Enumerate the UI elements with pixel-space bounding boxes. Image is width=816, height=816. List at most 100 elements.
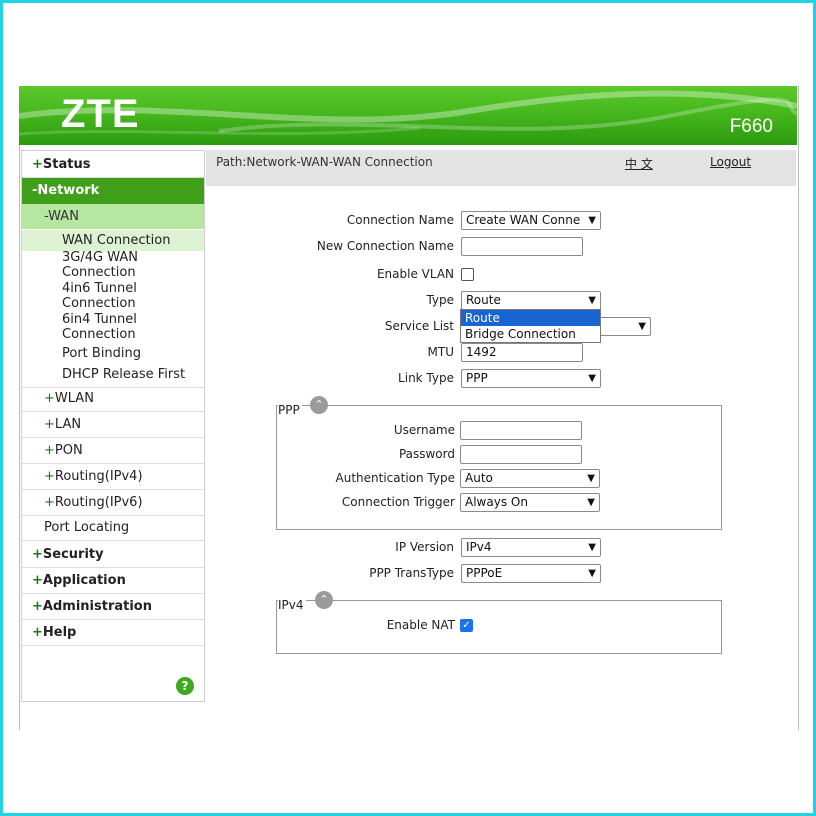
enable-nat-label: Enable NAT [386,618,455,632]
sidebar-item-routing-ipv6[interactable]: +Routing(IPv6) [22,490,204,516]
chevron-down-icon: ▼ [588,295,596,306]
ipv4-legend: IPv4 [278,598,306,612]
chevron-down-icon: ▼ [587,497,595,508]
language-link[interactable]: 中 文 [625,155,653,172]
sidebar-item-3g4g-wan[interactable]: 3G/4G WAN Connection [22,251,204,281]
sidebar-item-label: Routing(IPv6) [54,495,143,510]
header-banner: ZTE F660 [19,86,797,145]
password-input[interactable] [460,445,582,464]
ip-version-label: IP Version [395,540,454,554]
select-value: Route [466,293,501,307]
select-value: PPP [466,371,488,385]
auth-type-label: Authentication Type [335,471,455,485]
enable-vlan-label: Enable VLAN [376,267,454,281]
chevron-down-icon: ▼ [588,542,596,553]
ppp-transtype-select[interactable]: PPPoE ▼ [461,564,601,583]
sidebar-item-network[interactable]: -Network [22,178,204,204]
sidebar-item-4in6-tunnel[interactable]: 4in6 Tunnel Connection [22,282,204,312]
sidebar-item-label: Application [42,573,126,588]
sidebar-item-label: 3G/4G WAN [62,250,138,265]
auth-type-select[interactable]: Auto ▼ [460,469,600,488]
sidebar-item-label: Security [42,547,104,562]
chevron-down-icon: ▼ [588,568,596,579]
select-value: PPPoE [466,566,503,580]
sidebar-item-label: 6in4 Tunnel [62,312,137,327]
sidebar-item-lan[interactable]: +LAN [22,412,204,438]
sidebar-item-label: WLAN [54,391,94,406]
enable-nat-checkbox[interactable]: ✓ [460,619,473,632]
sidebar-item-pon[interactable]: +PON [22,438,204,464]
select-value: IPv4 [466,540,492,554]
type-option-bridge[interactable]: Bridge Connection [461,326,600,342]
sidebar-item-label: Connection [62,327,136,342]
enable-vlan-checkbox[interactable] [461,268,474,281]
sidebar-item-label: LAN [54,417,82,432]
checkmark-icon: ✓ [462,620,471,631]
chevron-up-icon[interactable]: ⌃ [310,396,328,414]
sidebar-item-routing-ipv4[interactable]: +Routing(IPv4) [22,464,204,490]
sidebar-item-administration[interactable]: +Administration [22,594,204,620]
type-select[interactable]: Route ▼ [461,291,601,310]
link-type-label: Link Type [398,371,454,385]
plus-icon: + [44,391,55,406]
sidebar-item-label: 4in6 Tunnel [62,281,137,296]
sidebar-item-application[interactable]: +Application [22,568,204,594]
plus-icon: + [32,573,43,588]
username-input[interactable] [460,421,582,440]
sidebar-item-label: Status [42,157,91,172]
sidebar-item-port-binding[interactable]: Port Binding [22,347,204,361]
sidebar-item-label: Routing(IPv4) [54,469,143,484]
type-option-route[interactable]: Route [461,310,600,326]
chevron-down-icon: ▼ [588,215,596,226]
path-bar: Path:Network-WAN-WAN Connection 中 文 Logo… [206,150,796,186]
plus-icon: + [32,547,43,562]
device-model: F660 [729,116,773,137]
connection-trigger-select[interactable]: Always On ▼ [460,493,600,512]
plus-icon: + [32,157,43,172]
sidebar-item-help[interactable]: +Help [22,620,204,646]
plus-icon: + [32,599,43,614]
sidebar-item-label: Connection [62,265,136,280]
connection-name-select[interactable]: Create WAN Conne ▼ [461,211,601,230]
sidebar: +Status -Network -WAN WAN Connection 3G/… [21,150,205,702]
chevron-down-icon: ▼ [638,321,646,332]
select-value: Create WAN Conne [466,213,581,227]
link-type-select[interactable]: PPP ▼ [461,369,601,388]
sidebar-item-label: Connection [62,296,136,311]
help-icon[interactable]: ? [176,677,194,695]
chevron-down-icon: ▼ [587,473,595,484]
sidebar-item-security[interactable]: +Security [22,542,204,568]
sidebar-item-label: PON [54,443,83,458]
new-connection-name-input[interactable] [461,237,583,256]
sidebar-item-wlan[interactable]: +WLAN [22,386,204,412]
sidebar-item-port-locating[interactable]: Port Locating [22,515,204,541]
sidebar-item-label: Administration [42,599,152,614]
connection-name-label: Connection Name [346,213,454,227]
type-dropdown-list: Route Bridge Connection [460,309,601,343]
zte-logo: ZTE [61,92,140,136]
select-value: Auto [465,471,493,485]
plus-icon: + [44,417,55,432]
type-label: Type [426,293,454,307]
sidebar-item-wan-connection[interactable]: WAN Connection [22,230,204,251]
sidebar-item-wan[interactable]: -WAN [22,204,204,229]
breadcrumb: Path:Network-WAN-WAN Connection [216,155,433,169]
username-label: Username [393,423,455,437]
sidebar-item-6in4-tunnel[interactable]: 6in4 Tunnel Connection [22,313,204,343]
ppp-legend: PPP [278,403,302,417]
mtu-label: MTU [427,345,454,359]
chevron-up-icon[interactable]: ⌃ [315,591,333,609]
mtu-input[interactable]: 1492 [461,343,583,362]
sidebar-item-dhcp-release-first[interactable]: DHCP Release First [22,368,204,388]
plus-icon: + [44,469,55,484]
ip-version-select[interactable]: IPv4 ▼ [461,538,601,557]
plus-icon: + [32,625,43,640]
chevron-down-icon: ▼ [588,373,596,384]
new-connection-name-label: New Connection Name [316,239,454,253]
plus-icon: + [44,495,55,510]
logout-link[interactable]: Logout [710,155,751,169]
connection-trigger-label: Connection Trigger [341,495,455,509]
select-value: Always On [465,495,528,509]
password-label: Password [398,447,455,461]
sidebar-item-status[interactable]: +Status [22,152,204,178]
